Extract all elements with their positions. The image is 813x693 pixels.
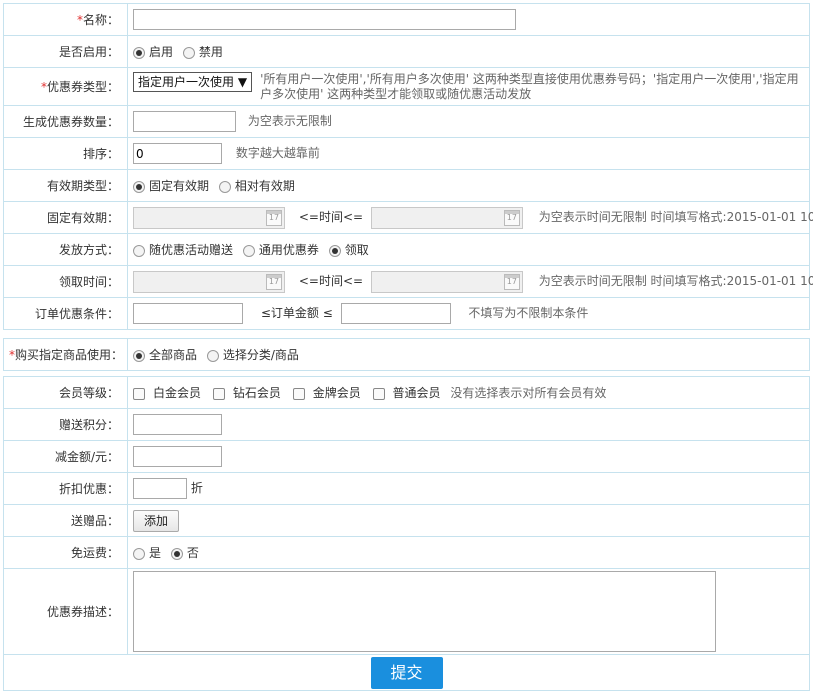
order-condition-label: 订单优惠条件： — [3, 297, 128, 330]
order-between: ≤订单金额 ≤ — [260, 306, 333, 320]
order-max-input[interactable] — [340, 303, 451, 324]
gift-label: 送赠品： — [3, 504, 128, 537]
member-checkbox-diamond[interactable]: 钻石会员 — [212, 384, 281, 401]
claim-time-label: 领取时间： — [3, 265, 128, 298]
goods-label: *购买指定商品使用： — [3, 338, 128, 371]
free-shipping-no-radio[interactable]: 否 — [170, 544, 199, 561]
fixed-date-between: <=时间<= — [298, 210, 364, 224]
member-checkbox-regular[interactable]: 普通会员 — [372, 384, 441, 401]
name-label: *名称： — [3, 3, 128, 36]
enabled-radio-on[interactable]: 启用 — [133, 43, 173, 60]
claim-date-between: <=时间<= — [298, 274, 364, 288]
goods-radio-select[interactable]: 选择分类/商品 — [206, 346, 299, 363]
claim-end-date[interactable]: 17 — [370, 270, 523, 293]
submit-button[interactable]: 提交 — [370, 656, 443, 689]
free-shipping-yes-radio[interactable]: 是 — [133, 544, 161, 561]
fixed-date-hint: 为空表示时间无限制 时间填写格式:2015-01-01 10:28 — [538, 210, 813, 224]
validity-fixed-radio[interactable]: 固定有效期 — [133, 177, 209, 194]
points-label: 赠送积分： — [3, 408, 128, 441]
issue-radio-activity[interactable]: 随优惠活动赠送 — [133, 241, 233, 258]
name-input[interactable] — [133, 9, 516, 30]
calendar-icon[interactable]: 17 — [266, 209, 282, 226]
coupon-type-label: *优惠券类型： — [3, 67, 128, 106]
basic-settings-table: *名称： 是否启用： 启用 禁用 *优惠券类型： 指定用户一次使用 ▼ '所有用… — [3, 3, 813, 330]
description-label: 优惠券描述： — [3, 568, 128, 655]
issue-radio-general[interactable]: 通用优惠券 — [242, 241, 319, 258]
reduce-amount-label: 减金额/元： — [3, 440, 128, 473]
quantity-label: 生成优惠券数量： — [3, 105, 128, 138]
validity-type-label: 有效期类型： — [3, 169, 128, 202]
order-condition-hint: 不填写为不限制本条件 — [468, 306, 589, 320]
quantity-input[interactable] — [133, 111, 236, 132]
fixed-end-date[interactable]: 17 — [370, 206, 523, 229]
goods-table: *购买指定商品使用： 全部商品 选择分类/商品 — [3, 338, 810, 371]
member-checkbox-platinum[interactable]: 白金会员 — [133, 384, 201, 401]
enabled-radio-off[interactable]: 禁用 — [182, 43, 223, 60]
points-input[interactable] — [133, 414, 222, 435]
calendar-icon[interactable]: 17 — [503, 209, 520, 226]
calendar-icon[interactable]: 17 — [503, 273, 520, 290]
fixed-start-date[interactable]: 17 — [133, 206, 285, 229]
issue-method-label: 发放方式： — [3, 233, 128, 266]
add-gift-button[interactable]: 添加 — [133, 509, 180, 532]
order-min-input[interactable] — [133, 303, 243, 324]
claim-start-date[interactable]: 17 — [133, 270, 285, 293]
sort-label: 排序： — [3, 137, 128, 170]
member-level-label: 会员等级： — [3, 376, 128, 409]
coupon-type-select[interactable]: 指定用户一次使用 ▼ — [133, 71, 253, 92]
discount-label: 折扣优惠： — [3, 472, 128, 505]
reduce-amount-input[interactable] — [133, 446, 222, 467]
coupon-type-hint: '所有用户一次使用','所有用户多次使用' 这两种类型直接使用优惠券号码；'指定… — [260, 71, 799, 101]
description-textarea[interactable] — [133, 571, 716, 652]
validity-relative-radio[interactable]: 相对有效期 — [218, 177, 295, 194]
benefits-table: 会员等级： 白金会员 钻石会员 金牌会员 普通会员 没有选择表示对所有会员有效 … — [3, 376, 810, 691]
issue-radio-claim[interactable]: 领取 — [328, 241, 369, 258]
goods-radio-all[interactable]: 全部商品 — [133, 346, 197, 363]
quantity-hint: 为空表示无限制 — [247, 114, 332, 128]
discount-input[interactable] — [133, 478, 187, 499]
free-shipping-label: 免运费： — [3, 536, 128, 569]
sort-hint: 数字越大越靠前 — [235, 146, 320, 160]
calendar-icon[interactable]: 17 — [266, 273, 282, 290]
member-hint: 没有选择表示对所有会员有效 — [450, 386, 607, 400]
enabled-label: 是否启用： — [3, 35, 128, 68]
claim-date-hint: 为空表示时间无限制 时间填写格式:2015-01-01 10:28 — [538, 274, 813, 288]
member-checkbox-gold[interactable]: 金牌会员 — [292, 384, 361, 401]
discount-unit: 折 — [190, 481, 203, 495]
fixed-validity-label: 固定有效期： — [3, 201, 128, 234]
sort-input[interactable] — [133, 143, 222, 164]
